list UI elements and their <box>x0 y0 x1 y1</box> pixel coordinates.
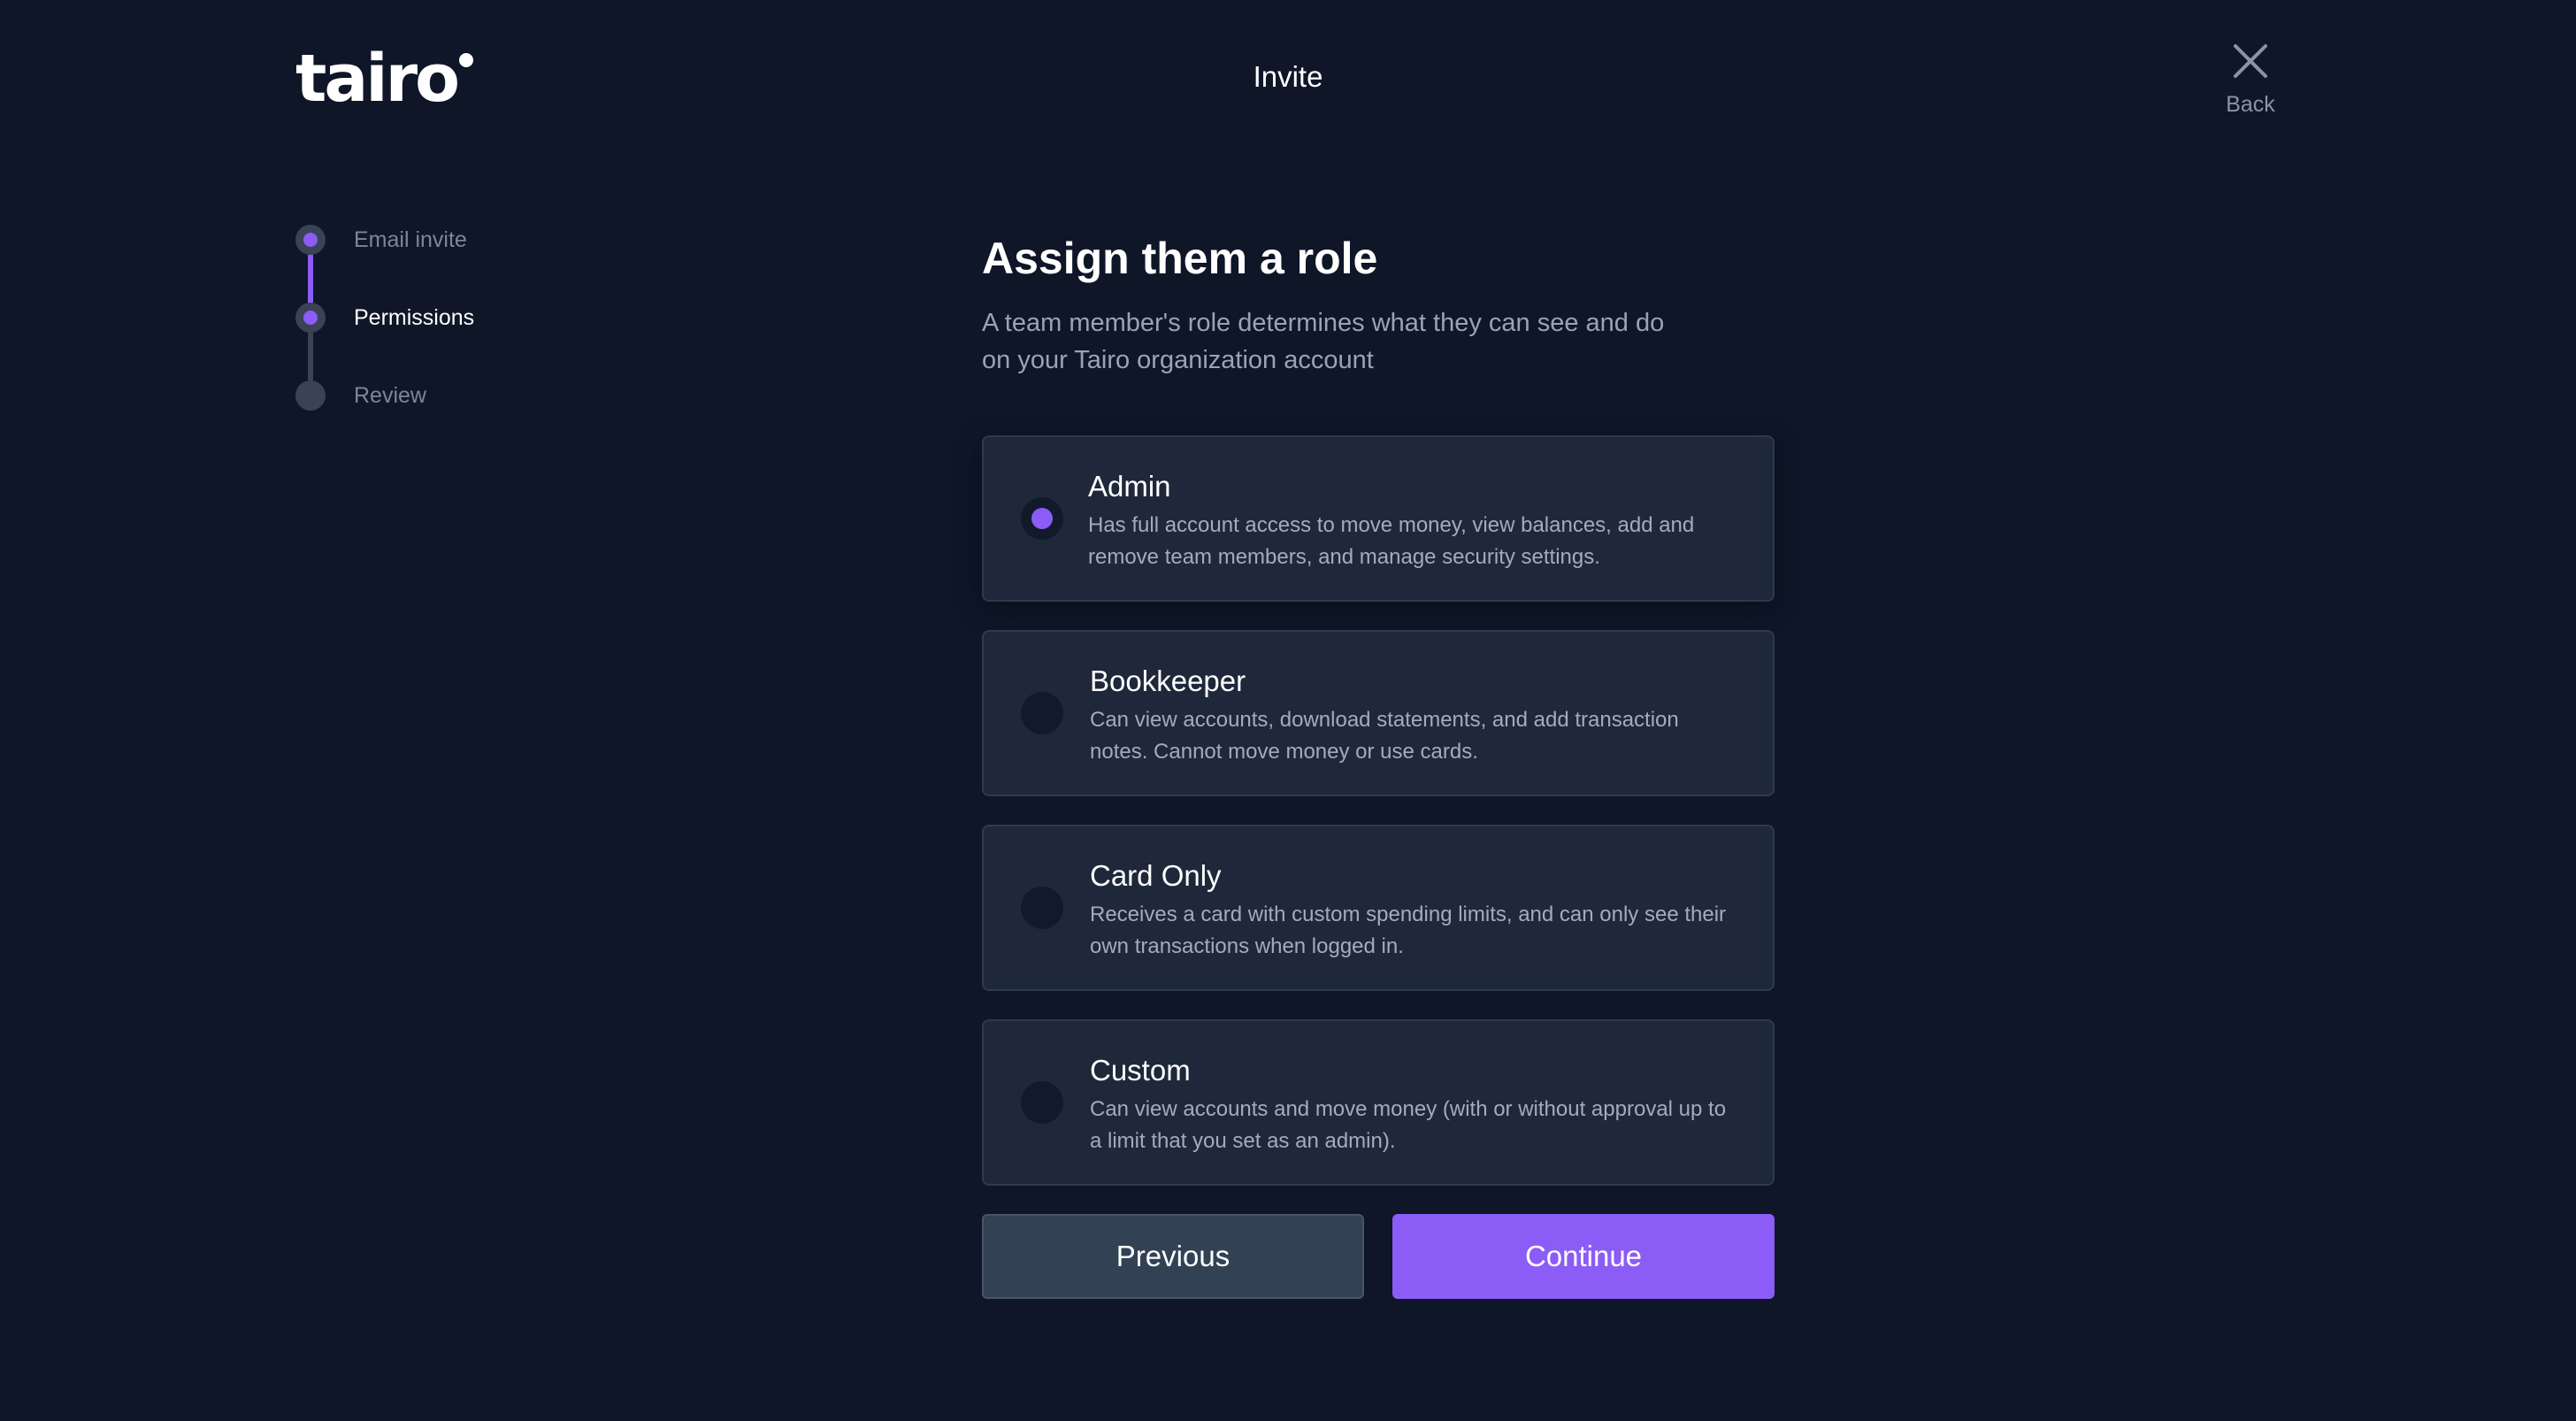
role-option-admin[interactable]: Admin Has full account access to move mo… <box>982 435 1775 602</box>
radio-button[interactable] <box>1021 887 1063 929</box>
step-label: Permissions <box>354 304 475 330</box>
role-description: Can view accounts, download statements, … <box>1090 708 1679 764</box>
role-option-bookkeeper[interactable]: Bookkeeper Can view accounts, download s… <box>982 630 1775 796</box>
previous-button[interactable]: Previous <box>982 1214 1364 1299</box>
role-option-custom[interactable]: Custom Can view accounts and move money … <box>982 1019 1775 1186</box>
page-header-title: Invite <box>1253 60 1323 93</box>
step-indicator-upcoming <box>295 380 326 411</box>
back-button[interactable]: Back <box>2219 42 2282 118</box>
step-email-invite[interactable]: Email invite <box>295 225 467 255</box>
radio-button[interactable] <box>1021 1081 1063 1124</box>
page-subtitle: A team member's role determines what the… <box>982 309 1665 374</box>
stepper-connector-upcoming <box>308 333 313 380</box>
radio-button[interactable] <box>1021 692 1063 734</box>
step-label: Review <box>354 382 426 408</box>
role-option-card-only[interactable]: Card Only Receives a card with custom sp… <box>982 825 1775 991</box>
step-review[interactable]: Review <box>295 380 426 411</box>
role-title: Card Only <box>1090 859 1222 892</box>
back-label: Back <box>2226 92 2275 117</box>
role-description: Receives a card with custom spending lim… <box>1090 903 1727 958</box>
role-title: Bookkeeper <box>1090 664 1246 697</box>
step-indicator-completed <box>295 225 326 255</box>
continue-button[interactable]: Continue <box>1392 1214 1775 1299</box>
role-description: Can view accounts and move money (with o… <box>1090 1097 1727 1153</box>
role-title: Custom <box>1090 1054 1191 1087</box>
role-description: Has full account access to move money, v… <box>1088 513 1695 569</box>
role-section-header: Assign them a role A team member's role … <box>982 232 1775 379</box>
role-title: Admin <box>1088 470 1171 503</box>
step-permissions[interactable]: Permissions <box>295 303 474 333</box>
step-label: Email invite <box>354 227 467 252</box>
radio-button-selected[interactable] <box>1021 497 1063 540</box>
page-title: Assign them a role <box>982 234 1378 283</box>
step-indicator-current <box>295 303 326 333</box>
invite-page: tairo Invite Back Email invite Permissio… <box>0 0 2576 1421</box>
close-icon <box>2234 44 2267 78</box>
stepper-connector-completed <box>308 255 313 303</box>
